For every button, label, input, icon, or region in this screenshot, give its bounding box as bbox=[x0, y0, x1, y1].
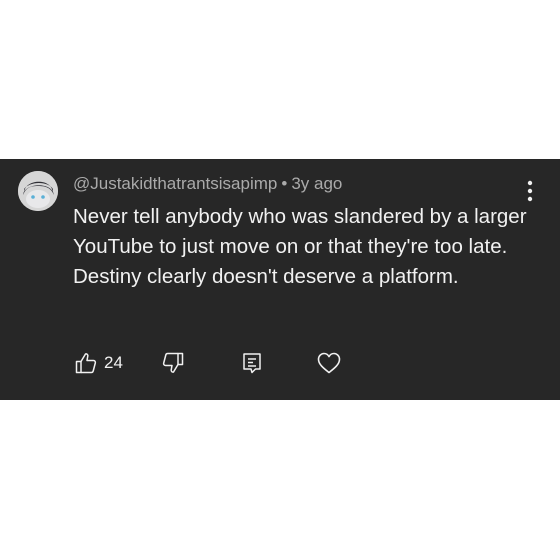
comment-meta: @Justakidthatrantsisapimp • 3y ago bbox=[73, 174, 342, 194]
page: @Justakidthatrantsisapimp • 3y ago Never t… bbox=[0, 0, 560, 560]
avatar-image bbox=[18, 171, 58, 211]
reply-button[interactable] bbox=[240, 349, 264, 377]
avatar[interactable] bbox=[18, 171, 58, 211]
comment-time[interactable]: 3y ago bbox=[291, 174, 342, 193]
dislike-button[interactable] bbox=[161, 349, 185, 377]
comment-text: Never tell anybody who was slandered by … bbox=[73, 205, 527, 288]
thumbs-up-icon bbox=[75, 353, 97, 374]
like-count: 24 bbox=[104, 353, 123, 372]
reply-comment-icon bbox=[243, 353, 261, 374]
more-vertical-icon bbox=[527, 180, 533, 202]
comment-author[interactable]: @Justakidthatrantsisapimp bbox=[73, 174, 277, 193]
like-button[interactable]: 24 bbox=[74, 349, 123, 377]
heart-button[interactable] bbox=[316, 349, 342, 377]
comment-card: @Justakidthatrantsisapimp • 3y ago Never t… bbox=[0, 159, 560, 400]
meta-separator: • bbox=[281, 174, 288, 193]
more-options-button[interactable] bbox=[526, 179, 534, 203]
thumbs-down-icon bbox=[162, 352, 184, 373]
heart-icon bbox=[317, 352, 341, 374]
